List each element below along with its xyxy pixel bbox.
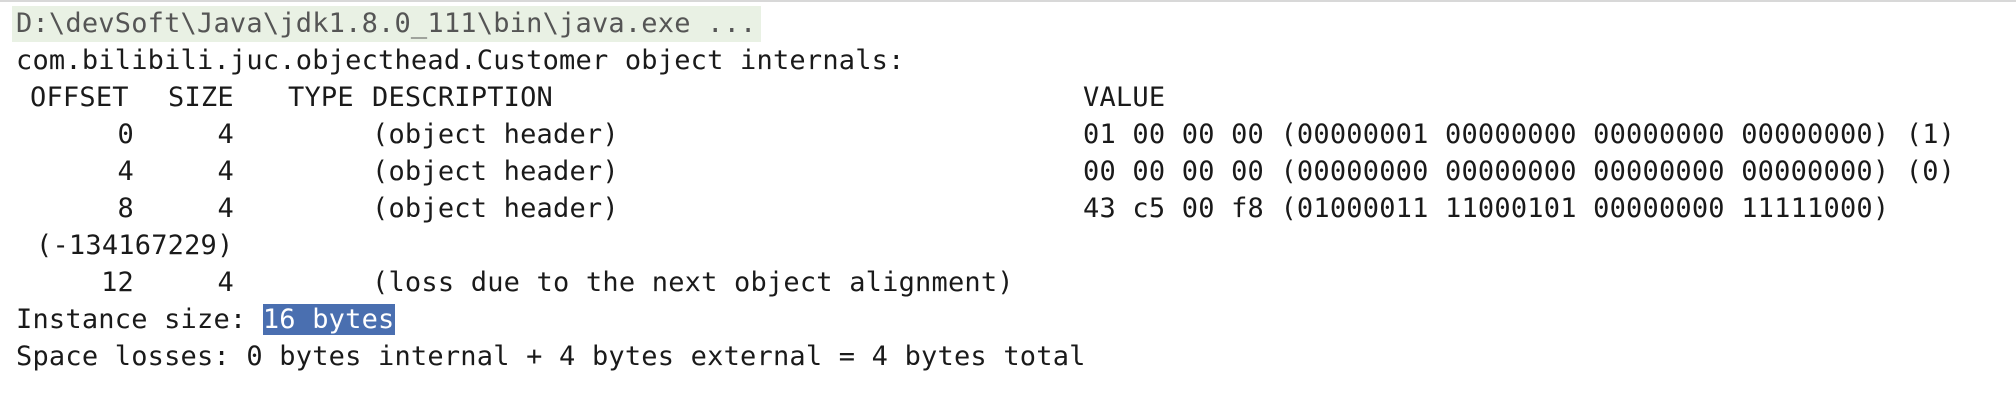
row-offset: 4: [117, 156, 134, 187]
row-size: 4: [217, 119, 234, 150]
row-value: 43 c5 00 f8 (01000011 11000101 00000000 …: [1083, 193, 1890, 224]
header-size: SIZE: [168, 82, 234, 113]
console-output[interactable]: D:\devSoft\Java\jdk1.8.0_111\bin\java.ex…: [0, 0, 2016, 402]
row-size: 4: [217, 193, 234, 224]
row-offset: 12: [101, 267, 134, 298]
row-description: (object header): [372, 119, 619, 150]
header-type: TYPE: [288, 82, 354, 113]
selected-text[interactable]: 16 bytes: [262, 304, 395, 335]
row-offset: 0: [117, 119, 134, 150]
row-value: 01 00 00 00 (00000001 00000000 00000000 …: [1083, 119, 1956, 150]
header-description: DESCRIPTION: [372, 82, 554, 113]
instance-size-label: Instance size:: [16, 304, 263, 335]
row-description: (object header): [372, 193, 619, 224]
row-description: (object header): [372, 156, 619, 187]
row-size: 4: [217, 267, 234, 298]
wrapped-value: (-134167229): [36, 230, 234, 261]
row-value: 00 00 00 00 (00000000 00000000 00000000 …: [1083, 156, 1956, 187]
space-losses-line: Space losses: 0 bytes internal + 4 bytes…: [16, 341, 1086, 372]
header-value: VALUE: [1083, 82, 1166, 113]
internals-title: com.bilibili.juc.objecthead.Customer obj…: [16, 45, 905, 76]
instance-size-line: Instance size: 16 bytes: [16, 302, 395, 338]
header-offset: OFFSET: [30, 82, 129, 113]
command-line: D:\devSoft\Java\jdk1.8.0_111\bin\java.ex…: [12, 6, 761, 42]
row-offset: 8: [117, 193, 134, 224]
row-size: 4: [217, 156, 234, 187]
row-description: (loss due to the next object alignment): [372, 267, 1014, 298]
